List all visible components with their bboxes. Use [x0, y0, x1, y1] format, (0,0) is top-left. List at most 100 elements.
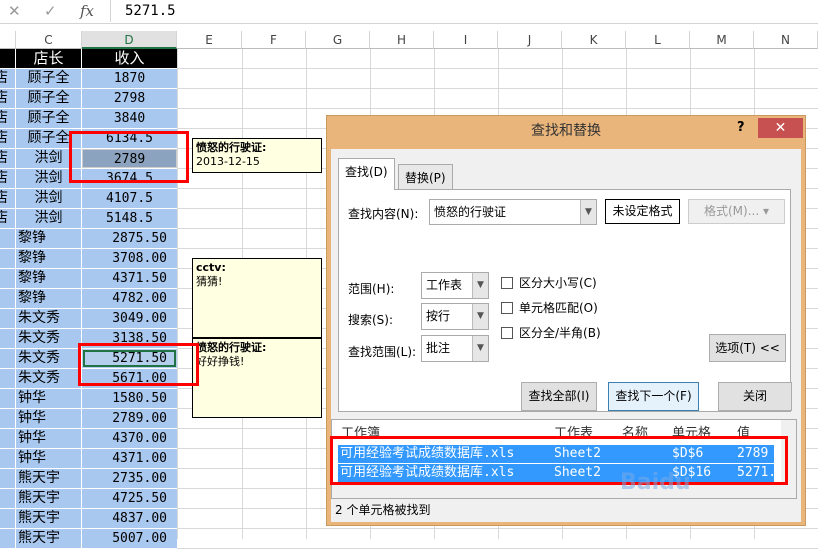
cell-b[interactable]: 店: [0, 149, 15, 168]
cell-manager[interactable]: 朱文秀: [16, 369, 81, 388]
cell-b[interactable]: 店: [0, 209, 15, 228]
cancel-icon[interactable]: ✕: [8, 2, 21, 20]
cell-manager[interactable]: 黎铮: [16, 269, 81, 288]
cell-b[interactable]: [0, 309, 15, 328]
cell-income[interactable]: 5148.5: [82, 209, 177, 228]
cell-b[interactable]: [0, 529, 15, 548]
chevron-down-icon[interactable]: ▼: [472, 273, 488, 298]
formula-input[interactable]: 5271.5: [110, 0, 176, 22]
match-case-checkbox[interactable]: 区分大小写(C): [501, 274, 597, 291]
cell-b[interactable]: 店: [0, 169, 15, 188]
chevron-down-icon[interactable]: ▼: [580, 200, 596, 224]
cell-income[interactable]: 4371.50: [82, 269, 177, 288]
column-header-J[interactable]: J: [498, 31, 562, 49]
cell-manager[interactable]: 朱文秀: [16, 329, 81, 348]
comment-box[interactable]: 愤怒的行驶证: 2013-12-15: [192, 138, 322, 173]
cell-income[interactable]: 1580.50: [82, 389, 177, 408]
cell-income[interactable]: 3049.00: [82, 309, 177, 328]
cell-b[interactable]: [0, 489, 15, 508]
cell-manager[interactable]: 钟华: [16, 389, 81, 408]
find-all-button[interactable]: 查找全部(I): [521, 382, 597, 411]
column-header-C[interactable]: C: [16, 31, 82, 49]
column-header-K[interactable]: K: [562, 31, 626, 49]
cell-b[interactable]: [0, 509, 15, 528]
cell-manager[interactable]: 熊天宇: [16, 489, 81, 508]
cell-income[interactable]: 2789.00: [82, 409, 177, 428]
tab-find[interactable]: 查找(D): [338, 158, 395, 190]
cell-manager[interactable]: 熊天宇: [16, 529, 81, 548]
tab-replace[interactable]: 替换(P): [398, 164, 453, 191]
cell-b[interactable]: [0, 429, 15, 448]
cell-income[interactable]: 4371.00: [82, 449, 177, 468]
cell-b[interactable]: [0, 269, 15, 288]
cell-manager[interactable]: 洪剑: [16, 209, 81, 228]
column-header-N[interactable]: N: [754, 31, 818, 49]
cell-income[interactable]: 3840: [82, 109, 177, 128]
cell-manager[interactable]: 黎铮: [16, 289, 81, 308]
cell-manager[interactable]: 黎铮: [16, 249, 81, 268]
cell-b[interactable]: [0, 389, 15, 408]
cell-manager[interactable]: 钟华: [16, 409, 81, 428]
cell-manager[interactable]: 洪剑: [16, 189, 81, 208]
column-header-L[interactable]: L: [626, 31, 690, 49]
close-button[interactable]: 关闭: [718, 382, 792, 411]
cell-manager[interactable]: 顾子全: [16, 69, 81, 88]
cell-income[interactable]: 3708.00: [82, 249, 177, 268]
format-button[interactable]: 格式(M)... ▾: [688, 199, 785, 224]
cell-manager[interactable]: 顾子全: [16, 109, 81, 128]
cell-income[interactable]: 4107.5: [82, 189, 177, 208]
cell-income[interactable]: 4837.00: [82, 509, 177, 528]
horizontal-scrollbar[interactable]: [332, 484, 796, 498]
column-header-I[interactable]: I: [434, 31, 498, 49]
help-icon[interactable]: ?: [737, 120, 745, 135]
cell-income[interactable]: 2875.50: [82, 229, 177, 248]
cell-manager[interactable]: 熊天宇: [16, 469, 81, 488]
cell-b[interactable]: [0, 349, 15, 368]
search-select[interactable]: 按行 ▼: [421, 303, 489, 330]
cell-b[interactable]: [0, 229, 15, 248]
chevron-down-icon[interactable]: ▼: [472, 304, 488, 329]
lookin-select[interactable]: 批注 ▼: [421, 335, 489, 362]
fx-icon[interactable]: fx: [80, 2, 94, 20]
cell-manager[interactable]: 朱文秀: [16, 309, 81, 328]
cell-b[interactable]: 店: [0, 109, 15, 128]
column-header-H[interactable]: H: [370, 31, 434, 49]
cell-income[interactable]: 4782.00: [82, 289, 177, 308]
cell-income[interactable]: 2798: [82, 89, 177, 108]
cell-b[interactable]: [0, 409, 15, 428]
cell-b[interactable]: 店: [0, 89, 15, 108]
cell-manager[interactable]: 熊天宇: [16, 509, 81, 528]
match-cell-checkbox[interactable]: 单元格匹配(O): [501, 299, 598, 316]
column-header-E[interactable]: E: [177, 31, 242, 49]
cell-b[interactable]: 店: [0, 189, 15, 208]
cell-b[interactable]: [0, 449, 15, 468]
cell-manager[interactable]: 钟华: [16, 449, 81, 468]
cell-income[interactable]: 4725.50: [82, 489, 177, 508]
cell-manager[interactable]: 黎铮: [16, 229, 81, 248]
cell-b[interactable]: 店: [0, 69, 15, 88]
column-header-M[interactable]: M: [690, 31, 754, 49]
cell-income[interactable]: 1870: [82, 69, 177, 88]
cell-manager[interactable]: 钟华: [16, 429, 81, 448]
cell-b[interactable]: [0, 469, 15, 488]
enter-icon[interactable]: ✓: [44, 2, 57, 20]
header-cell[interactable]: [0, 49, 15, 68]
chevron-down-icon[interactable]: ▼: [472, 336, 488, 361]
comment-box[interactable]: cctv: 猜猜!: [192, 258, 322, 338]
column-header-G[interactable]: G: [306, 31, 370, 49]
column-header[interactable]: [0, 31, 16, 49]
close-icon[interactable]: ✕: [758, 118, 803, 138]
cell-income[interactable]: 2735.00: [82, 469, 177, 488]
cell-b[interactable]: [0, 329, 15, 348]
find-next-button[interactable]: 查找下一个(F): [608, 382, 699, 411]
find-input[interactable]: 愤怒的行驶证 ▼: [429, 199, 597, 225]
cell-b[interactable]: [0, 289, 15, 308]
header-cell-income[interactable]: 收入: [82, 49, 177, 68]
column-header-D[interactable]: D: [82, 31, 177, 49]
options-button[interactable]: 选项(T) <<: [709, 334, 786, 362]
cell-b[interactable]: [0, 369, 15, 388]
cell-manager[interactable]: 朱文秀: [16, 349, 81, 368]
comment-box[interactable]: 愤怒的行驶证: 好好挣钱!: [192, 338, 322, 418]
cell-b[interactable]: 店: [0, 129, 15, 148]
cell-b[interactable]: [0, 249, 15, 268]
